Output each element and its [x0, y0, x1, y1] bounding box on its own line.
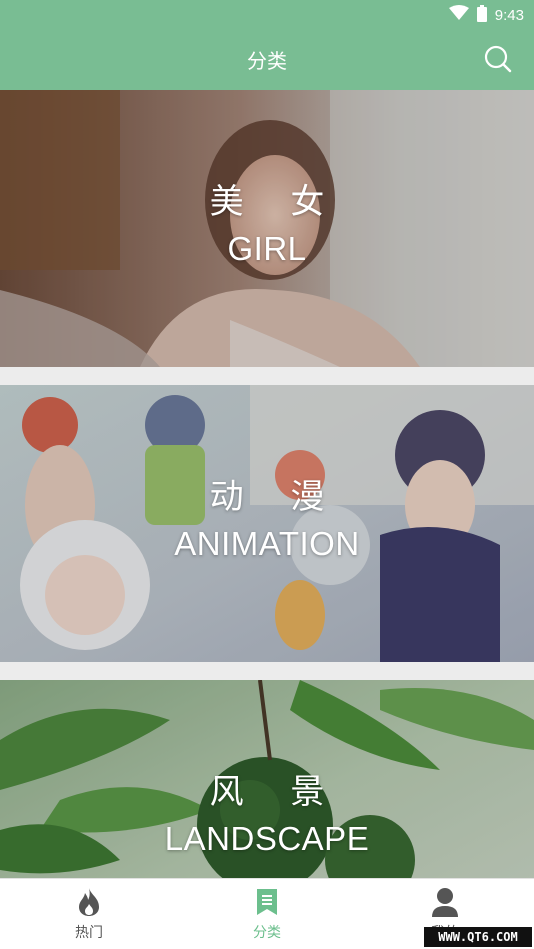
watermark: WWW.QT6.COM	[424, 927, 532, 947]
card-title-en: LANDSCAPE	[164, 820, 370, 857]
category-card-landscape[interactable]: 风 景 LANDSCAPE	[0, 680, 534, 878]
nav-item-hot[interactable]: 热门	[0, 879, 178, 949]
bookmark-list-icon	[252, 887, 282, 917]
card-title-cn: 美 女	[209, 182, 343, 222]
card-title-en: GIRL	[227, 230, 307, 267]
search-icon	[483, 44, 513, 78]
card-title-group: 风 景 LANDSCAPE	[0, 770, 534, 864]
nav-label-category: 分类	[253, 925, 281, 941]
card-title-cn: 动 漫	[209, 477, 343, 517]
battery-icon	[476, 4, 487, 26]
person-icon	[430, 887, 460, 917]
category-card-girl[interactable]: 美 女 GIRL	[0, 90, 534, 367]
status-time: 9:43	[494, 6, 524, 24]
card-title-group: 美 女 GIRL	[0, 180, 534, 274]
status-icons: 9:43	[448, 4, 524, 26]
flame-icon	[74, 887, 104, 917]
search-button[interactable]	[480, 43, 516, 79]
card-title-cn: 风 景	[209, 772, 343, 812]
page-title: 分类	[247, 49, 287, 73]
nav-item-category[interactable]: 分类	[178, 879, 356, 949]
status-bar: 9:43	[0, 0, 534, 32]
card-title-en: ANIMATION	[174, 525, 360, 562]
card-title-group: 动 漫 ANIMATION	[0, 475, 534, 569]
category-card-animation[interactable]: 动 漫 ANIMATION	[0, 385, 534, 662]
app-bar: 分类	[0, 32, 534, 90]
wifi-icon	[448, 5, 469, 25]
category-list[interactable]: 美 女 GIRL 动 漫 ANIMATION 风 景 LANDSCAPE	[0, 90, 534, 878]
nav-label-hot: 热门	[75, 925, 103, 941]
